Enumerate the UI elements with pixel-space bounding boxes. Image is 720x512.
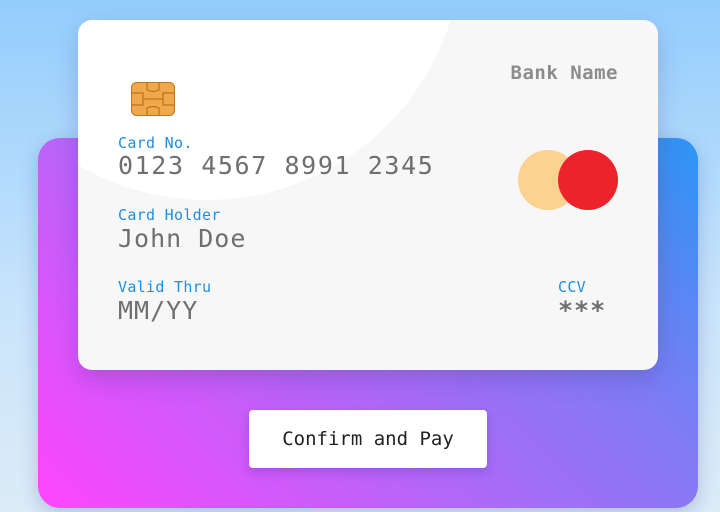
valid-thru-value: MM/YY <box>118 296 199 325</box>
sim-chip-icon <box>131 82 175 116</box>
card-number-value: 0123 4567 8991 2345 <box>118 151 435 180</box>
ccv-label: CCV <box>558 278 586 296</box>
confirm-and-pay-button[interactable]: Confirm and Pay <box>249 410 487 468</box>
card-holder-label: Card Holder <box>118 206 221 224</box>
logo-circle-right <box>558 150 618 210</box>
bank-name: Bank Name <box>510 62 618 84</box>
card-holder-value: John Doe <box>118 224 247 253</box>
ccv-value: *** <box>558 296 607 325</box>
valid-thru-label: Valid Thru <box>118 278 212 296</box>
card-number-label: Card No. <box>118 134 193 152</box>
mastercard-logo-icon <box>518 150 618 210</box>
credit-card: Bank Name Card No. 0123 4567 8991 2345 C… <box>78 20 658 370</box>
